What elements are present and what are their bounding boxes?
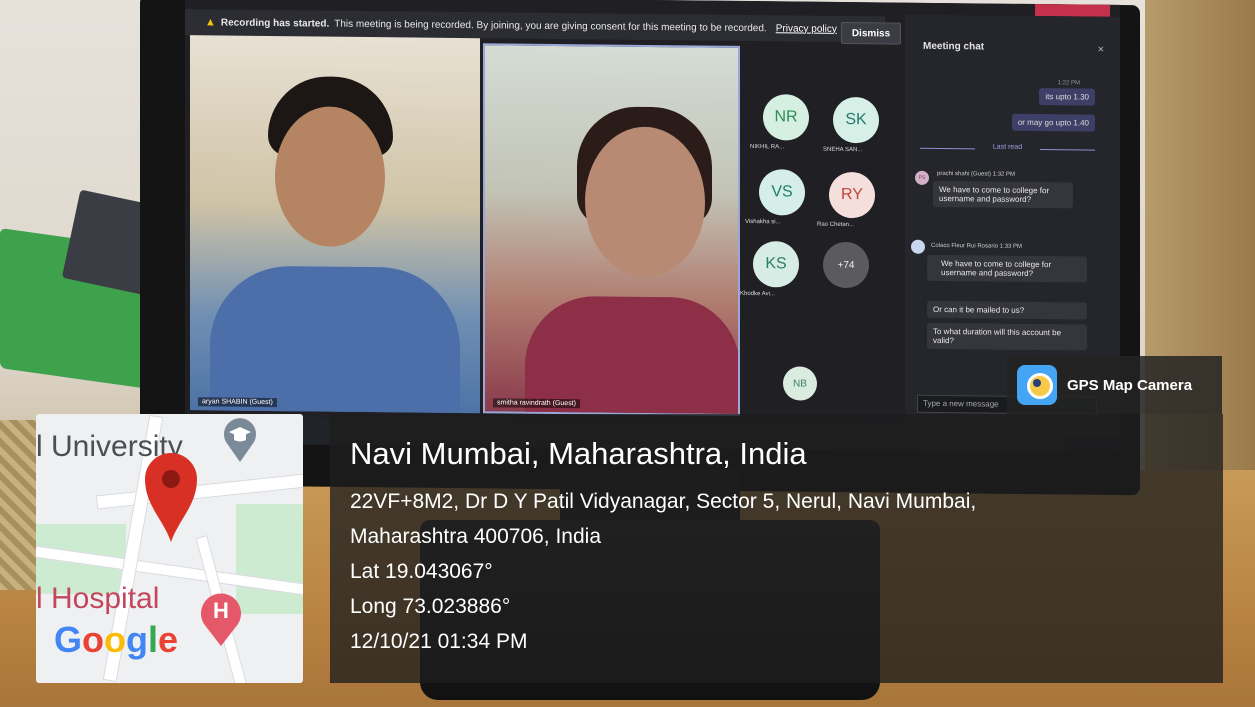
- more-participants-button[interactable]: +74: [823, 241, 869, 289]
- location-info-panel: Navi Mumbai, Maharashtra, India 22VF+8M2…: [330, 414, 1223, 683]
- participant-shirt: [210, 265, 460, 414]
- hospital-icon: H: [201, 593, 241, 646]
- banner-strong-text: Recording has started.: [220, 16, 330, 30]
- chat-message-outgoing: its upto 1.30: [1039, 88, 1095, 106]
- participant-face: [275, 106, 385, 248]
- participant-name: NIKHIL RA...: [750, 144, 785, 151]
- participant-name: Rao Chetan...: [817, 221, 855, 229]
- monitor-screen: ▲ Recording has started. This meeting is…: [185, 0, 1120, 450]
- participant-avatar[interactable]: KS: [753, 241, 799, 288]
- chat-message-outgoing: or may go upto 1.40: [1011, 113, 1095, 132]
- chat-message: To what duration will this account be va…: [927, 322, 1087, 351]
- chat-quoted-message: We have to come to college for username …: [927, 254, 1087, 283]
- participant-name: Khodke Avi...: [740, 290, 775, 298]
- gps-app-badge: GPS Map Camera: [1007, 356, 1222, 414]
- address-line-2: Maharashtra 400706, India: [350, 525, 602, 548]
- wicker-basket: [0, 420, 40, 590]
- participant-avatar[interactable]: RY: [829, 171, 875, 219]
- participant-avatar[interactable]: SK: [833, 96, 879, 144]
- participant-name: SNEHA SAN...: [823, 146, 863, 154]
- video-tile-aryan[interactable]: aryan SHABIN (Guest): [190, 35, 480, 414]
- banner-text: This meeting is being recorded. By joini…: [334, 18, 767, 34]
- location-pin-icon: [145, 453, 197, 542]
- chat-title: Meeting chat: [923, 40, 985, 53]
- map-park: [236, 504, 303, 614]
- map-thumbnail: l University l Hospital H Google: [36, 414, 303, 683]
- google-logo: Google: [54, 619, 179, 660]
- camera-pin-icon: [1017, 365, 1057, 405]
- chat-message: We have to come to college for username …: [933, 180, 1073, 209]
- gps-app-name: GPS Map Camera: [1067, 376, 1193, 394]
- timestamp: 12/10/21 01:34 PM: [350, 630, 528, 653]
- participant-name: Vishakha si...: [745, 218, 781, 226]
- tile-name-tag: smitha ravindrath (Guest): [493, 398, 580, 409]
- participant-avatar[interactable]: NB: [783, 366, 817, 401]
- video-tile-smitha[interactable]: smitha ravindrath (Guest): [483, 43, 740, 416]
- dismiss-button[interactable]: Dismiss: [841, 21, 901, 45]
- chat-sender: prachi shahi (Guest) 1:32 PM: [937, 170, 1016, 178]
- chat-sender: Colaco Fleur Rui Rosario 1:33 PM: [931, 242, 1023, 250]
- tile-name-tag: aryan SHABIN (Guest): [198, 397, 277, 408]
- location-city: Navi Mumbai, Maharashtra, India: [350, 436, 807, 471]
- graduation-cap-icon: [224, 418, 256, 462]
- participant-avatar[interactable]: NR: [763, 94, 809, 141]
- close-icon[interactable]: ×: [1098, 44, 1104, 56]
- warning-icon: ▲: [205, 16, 216, 29]
- map-label-hospital: l Hospital: [36, 582, 160, 615]
- longitude: Long 73.023886°: [350, 595, 511, 618]
- svg-text:H: H: [213, 598, 229, 623]
- last-read-divider: Last read: [915, 143, 1100, 155]
- leave-button[interactable]: [1035, 4, 1110, 17]
- sender-avatar: PS: [915, 170, 929, 185]
- message-time: 1:22 PM: [1057, 80, 1080, 87]
- privacy-policy-link[interactable]: Privacy policy: [776, 23, 837, 35]
- chat-message: Or can it be mailed to us?: [927, 300, 1087, 320]
- participant-face: [585, 126, 705, 278]
- latitude: Lat 19.043067°: [350, 560, 493, 583]
- sender-avatar: [911, 239, 925, 254]
- participant-shirt: [525, 295, 740, 416]
- address-line-1: 22VF+8M2, Dr D Y Patil Vidyanagar, Secto…: [350, 490, 977, 513]
- participant-avatar[interactable]: VS: [759, 169, 805, 216]
